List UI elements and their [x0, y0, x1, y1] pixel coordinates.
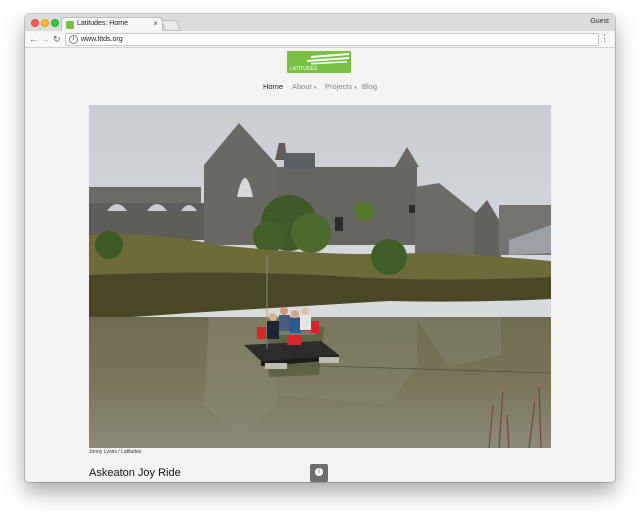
new-tab-button[interactable] [160, 20, 182, 31]
nav-item-blog[interactable]: Blog [362, 81, 377, 93]
maximize-window-button[interactable] [51, 19, 59, 27]
browser-menu-icon[interactable]: ⋮ [600, 32, 609, 44]
title-bar: Latitudes: Home × Guest [25, 14, 615, 32]
close-window-button[interactable] [31, 19, 39, 27]
nav-item-home[interactable]: Home [263, 81, 283, 93]
browser-window: Latitudes: Home × Guest ← → ↻ i www.lttd… [25, 14, 615, 482]
info-button[interactable]: i [310, 464, 328, 482]
url-text: www.lttds.org [81, 36, 123, 43]
reload-icon[interactable]: ↻ [53, 33, 61, 45]
browser-tab[interactable]: Latitudes: Home × [61, 17, 163, 32]
address-bar[interactable]: i www.lttds.org [65, 33, 599, 46]
nav-item-label: Projects [325, 82, 353, 91]
nav-item-about[interactable]: About ▾ [292, 81, 316, 94]
site-info-icon[interactable]: i [69, 35, 78, 44]
minimize-window-button[interactable] [41, 19, 49, 27]
photo-credit: Jonny Lyons / Latitudes [89, 449, 142, 455]
site-logo[interactable]: LATITUDES [287, 48, 351, 73]
chevron-down-icon: ▾ [313, 85, 317, 91]
profile-label[interactable]: Guest [590, 18, 609, 25]
forward-arrow-icon[interactable]: → [41, 33, 50, 45]
web-page: LATITUDES Home About ▾ Projects ▾ Blog J… [25, 48, 615, 482]
info-icon: i [315, 468, 323, 476]
back-arrow-icon[interactable]: ← [29, 33, 38, 45]
tab-close-icon[interactable]: × [153, 19, 158, 29]
hero-image[interactable] [89, 105, 551, 448]
tab-title: Latitudes: Home [77, 20, 128, 27]
nav-item-label: Blog [362, 82, 378, 91]
browser-toolbar: ← → ↻ i www.lttds.org ⋮ [25, 31, 615, 48]
nav-item-projects[interactable]: Projects ▾ [325, 81, 357, 94]
main-nav: Home About ▾ Projects ▾ Blog [25, 81, 615, 93]
favicon-icon [66, 21, 74, 29]
chevron-down-icon: ▾ [354, 85, 357, 91]
logo-text: LATITUDES [290, 66, 318, 72]
nav-item-label: Home [263, 82, 284, 91]
nav-item-label: About [292, 82, 312, 91]
post-title[interactable]: Askeaton Joy Ride [89, 467, 181, 479]
